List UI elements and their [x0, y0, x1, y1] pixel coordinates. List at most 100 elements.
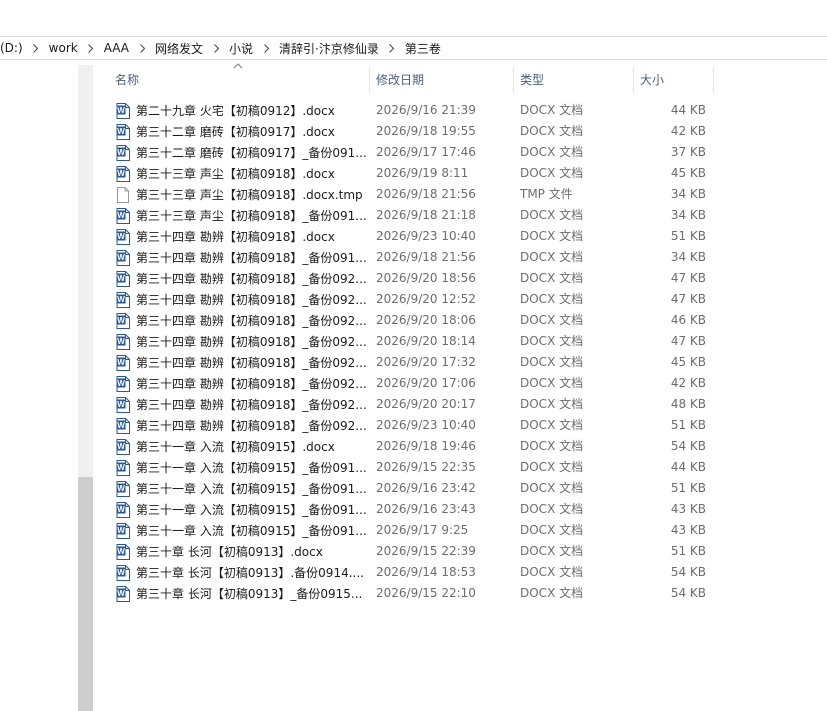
- file-type: DOCX 文档: [520, 229, 584, 243]
- file-name: 第三十三章 声尘【初稿0918】.docx: [136, 167, 335, 181]
- file-list: W 第二十九章 火宅【初稿0912】.docx 2026/9/16 21:39 DOC…: [108, 100, 716, 604]
- file-row[interactable]: W 第三十三章 声尘【初稿0918】_备份091... 2026/9/18 21:1…: [108, 205, 716, 226]
- file-name-cell: W 第三十章 长河【初稿0913】.docx: [116, 541, 323, 562]
- file-row[interactable]: W 第三十四章 勘辨【初稿0918】_备份092... 2026/9/20 18:5…: [108, 268, 716, 289]
- chevron-right-icon[interactable]: [258, 43, 274, 53]
- file-date: 2026/9/14 18:53: [376, 565, 476, 579]
- file-date: 2026/9/18 21:56: [376, 250, 476, 264]
- file-size: 43 KB: [670, 502, 706, 516]
- word-doc-icon: W: [116, 501, 130, 518]
- column-header-name[interactable]: 名称: [108, 65, 370, 95]
- word-doc-icon: W: [116, 522, 130, 539]
- word-doc-icon: W: [116, 585, 130, 602]
- breadcrumb-item[interactable]: work: [44, 41, 83, 55]
- file-name-cell: W 第三十一章 入流【初稿0915】.docx: [116, 436, 335, 457]
- file-row[interactable]: W 第三十一章 入流【初稿0915】_备份091... 2026/9/17 9:25…: [108, 520, 716, 541]
- file-row[interactable]: W 第二十九章 火宅【初稿0912】.docx 2026/9/16 21:39 DOC…: [108, 100, 716, 121]
- file-name-cell: W 第三十章 长河【初稿0913】.备份0914....: [116, 562, 364, 583]
- chevron-right-icon[interactable]: [134, 43, 150, 53]
- file-type: DOCX 文档: [520, 460, 584, 474]
- file-size: 54 KB: [670, 586, 706, 600]
- file-row[interactable]: W 第三十三章 声尘【初稿0918】.docx 2026/9/19 8:11 DOCX…: [108, 163, 716, 184]
- file-name-cell: W 第三十四章 勘辨【初稿0918】_备份091...: [116, 247, 367, 268]
- file-row[interactable]: W 第三十二章 磨砖【初稿0917】.docx 2026/9/18 19:55 DOC…: [108, 121, 716, 142]
- file-row[interactable]: W 第三十二章 磨砖【初稿0917】_备份091... 2026/9/17 17:4…: [108, 142, 716, 163]
- file-row[interactable]: W 第三十四章 勘辨【初稿0918】_备份092... 2026/9/20 18:1…: [108, 331, 716, 352]
- breadcrumb-label: 清辞引·汴京修仙录: [279, 41, 379, 56]
- breadcrumb-item[interactable]: 清辞引·汴京修仙录: [274, 40, 384, 57]
- breadcrumb-item[interactable]: (D:): [0, 41, 28, 55]
- svg-text:W: W: [117, 211, 125, 220]
- breadcrumb-label: AAA: [103, 41, 129, 55]
- file-row[interactable]: W 第三十章 长河【初稿0913】.备份0914.... 2026/9/14 18:…: [108, 562, 716, 583]
- file-type: DOCX 文档: [520, 334, 584, 348]
- file-name: 第三十四章 勘辨【初稿0918】_备份092...: [136, 377, 367, 391]
- file-name-cell: W 第三十四章 勘辨【初稿0918】_备份092...: [116, 331, 367, 352]
- file-row[interactable]: W 第三十章 长河【初稿0913】_备份0915... 2026/9/15 22:1…: [108, 583, 716, 604]
- file-name: 第三十一章 入流【初稿0915】_备份091...: [136, 482, 367, 496]
- file-name: 第三十章 长河【初稿0913】.备份0914....: [136, 566, 364, 580]
- address-bar[interactable]: (D:) work AAA 网络发文 小说 清辞引·汴京修仙录 第三卷: [0, 36, 827, 60]
- file-name: 第三十一章 入流【初稿0915】.docx: [136, 440, 335, 454]
- file-name-cell: W 第三十四章 勘辨【初稿0918】.docx: [116, 226, 335, 247]
- file-date: 2026/9/18 19:46: [376, 439, 476, 453]
- file-type: DOCX 文档: [520, 502, 584, 516]
- file-size: 46 KB: [670, 313, 706, 327]
- file-date: 2026/9/15 22:10: [376, 586, 476, 600]
- file-row[interactable]: 第三十三章 声尘【初稿0918】.docx.tmp 2026/9/18 21:56…: [108, 184, 716, 205]
- file-row[interactable]: W 第三十一章 入流【初稿0915】_备份091... 2026/9/15 22:3…: [108, 457, 716, 478]
- svg-text:W: W: [117, 463, 125, 472]
- svg-text:W: W: [117, 295, 125, 304]
- vertical-scrollbar[interactable]: [78, 65, 93, 711]
- file-row[interactable]: W 第三十四章 勘辨【初稿0918】_备份092... 2026/9/20 18:0…: [108, 310, 716, 331]
- word-doc-icon: W: [116, 459, 130, 476]
- chevron-right-icon[interactable]: [28, 43, 44, 53]
- file-row[interactable]: W 第三十四章 勘辨【初稿0918】_备份092... 2026/9/23 10:4…: [108, 415, 716, 436]
- file-type: DOCX 文档: [520, 544, 584, 558]
- svg-text:W: W: [117, 568, 125, 577]
- file-row[interactable]: W 第三十四章 勘辨【初稿0918】_备份091... 2026/9/18 21:5…: [108, 247, 716, 268]
- breadcrumb-item[interactable]: 网络发文: [150, 40, 208, 57]
- file-name-cell: W 第三十四章 勘辨【初稿0918】_备份092...: [116, 415, 367, 436]
- file-type: DOCX 文档: [520, 418, 584, 432]
- svg-text:W: W: [117, 337, 125, 346]
- file-row[interactable]: W 第三十章 长河【初稿0913】.docx 2026/9/15 22:39 DOCX…: [108, 541, 716, 562]
- file-size: 43 KB: [670, 523, 706, 537]
- word-doc-icon: W: [116, 417, 130, 434]
- chevron-right-icon[interactable]: [384, 43, 400, 53]
- breadcrumb-item[interactable]: AAA: [99, 41, 134, 55]
- breadcrumb-label: (D:): [0, 41, 23, 55]
- window-top-area: [0, 0, 827, 36]
- breadcrumb-item[interactable]: 小说: [224, 40, 258, 57]
- file-date: 2026/9/16 23:42: [376, 481, 476, 495]
- word-doc-icon: W: [116, 102, 130, 119]
- svg-text:W: W: [117, 547, 125, 556]
- chevron-right-icon[interactable]: [83, 43, 99, 53]
- column-header-type[interactable]: 类型: [513, 65, 633, 95]
- column-header-row: 名称 修改日期 类型 大小: [108, 63, 718, 95]
- file-row[interactable]: W 第三十四章 勘辨【初稿0918】_备份092... 2026/9/20 17:0…: [108, 373, 716, 394]
- word-doc-icon: W: [116, 165, 130, 182]
- column-divider[interactable]: [713, 67, 714, 93]
- file-row[interactable]: W 第三十一章 入流【初稿0915】.docx 2026/9/18 19:46 DOC…: [108, 436, 716, 457]
- file-row[interactable]: W 第三十四章 勘辨【初稿0918】_备份092... 2026/9/20 20:1…: [108, 394, 716, 415]
- file-row[interactable]: W 第三十四章 勘辨【初稿0918】_备份092... 2026/9/20 12:5…: [108, 289, 716, 310]
- file-row[interactable]: W 第三十四章 勘辨【初稿0918】.docx 2026/9/23 10:40 DOC…: [108, 226, 716, 247]
- file-name: 第三十二章 磨砖【初稿0917】_备份091...: [136, 146, 367, 160]
- scrollbar-thumb[interactable]: [78, 477, 93, 711]
- chevron-right-icon[interactable]: [208, 43, 224, 53]
- word-doc-icon: W: [116, 438, 130, 455]
- column-header-size[interactable]: 大小: [633, 65, 713, 95]
- file-date: 2026/9/20 17:32: [376, 355, 476, 369]
- file-row[interactable]: W 第三十一章 入流【初稿0915】_备份091... 2026/9/16 23:4…: [108, 499, 716, 520]
- breadcrumb-item[interactable]: 第三卷: [400, 40, 446, 57]
- file-size: 37 KB: [670, 145, 706, 159]
- word-doc-icon: W: [116, 312, 130, 329]
- file-row[interactable]: W 第三十一章 入流【初稿0915】_备份091... 2026/9/16 23:4…: [108, 478, 716, 499]
- file-date: 2026/9/20 17:06: [376, 376, 476, 390]
- file-size: 54 KB: [670, 565, 706, 579]
- column-header-date[interactable]: 修改日期: [369, 65, 513, 95]
- file-size: 54 KB: [670, 439, 706, 453]
- file-row[interactable]: W 第三十四章 勘辨【初稿0918】_备份092... 2026/9/20 17:3…: [108, 352, 716, 373]
- word-doc-icon: W: [116, 270, 130, 287]
